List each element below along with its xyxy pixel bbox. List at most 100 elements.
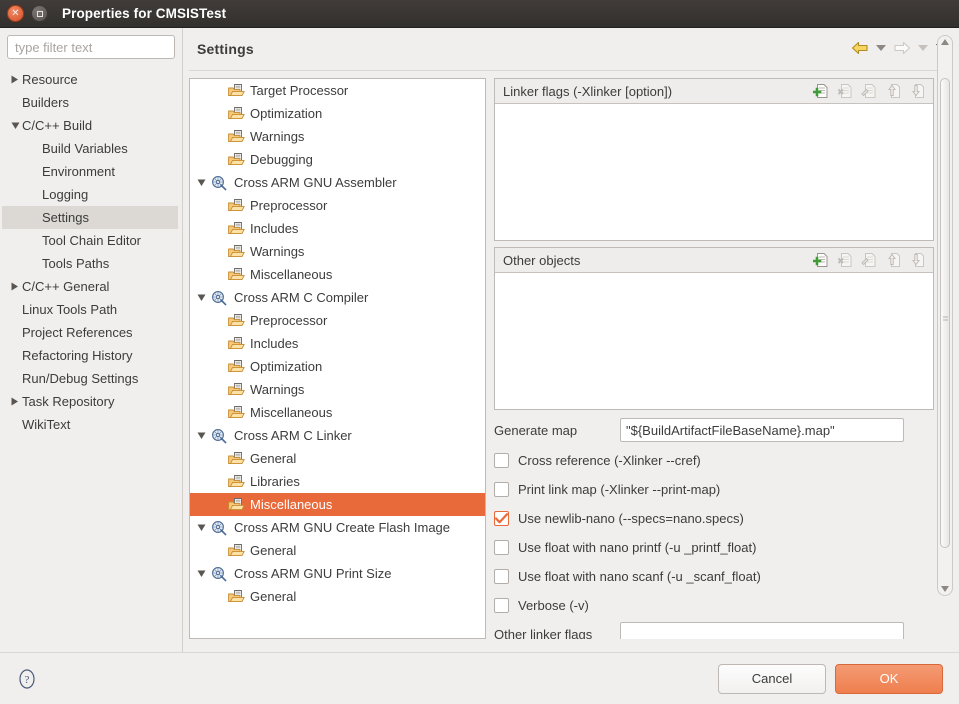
tool-tree-item-label: Includes <box>250 336 299 351</box>
cancel-button[interactable]: Cancel <box>718 663 826 694</box>
sidebar-item-label: WikiText <box>22 417 71 432</box>
filter-box[interactable] <box>7 35 209 59</box>
sidebar-item-settings[interactable]: Settings <box>2 206 178 229</box>
tool-tree-item[interactable]: Cross ARM GNU Print Size <box>190 562 485 585</box>
chevron-down-icon[interactable] <box>8 122 22 130</box>
tool-tree-item[interactable]: General <box>190 539 485 562</box>
tool-tree-item[interactable]: Optimization <box>190 102 485 125</box>
chevron-down-icon[interactable] <box>193 179 209 187</box>
chevron-down-icon[interactable] <box>193 432 209 440</box>
scroll-down-arrow-icon[interactable] <box>938 583 952 595</box>
tool-tree-item[interactable]: Includes <box>190 332 485 355</box>
tool-tree-item-label: Cross ARM GNU Create Flash Image <box>234 520 451 535</box>
tool-tree-item[interactable]: Target Processor <box>190 79 485 102</box>
option-checkbox-row[interactable]: Use float with nano printf (-u _printf_f… <box>494 533 934 562</box>
sidebar-item-logging[interactable]: Logging <box>2 183 182 206</box>
tool-tree-item-label: Miscellaneous <box>250 405 333 420</box>
sidebar-item-c-c-general[interactable]: C/C++ General <box>2 275 182 298</box>
sidebar-item-linux-tools-path[interactable]: Linux Tools Path <box>2 298 182 321</box>
tool-tree-item[interactable]: Cross ARM GNU Create Flash Image <box>190 516 485 539</box>
tool-tree-item[interactable]: Cross ARM C Linker <box>190 424 485 447</box>
tool-tree-item[interactable]: Warnings <box>190 125 485 148</box>
option-checkbox-label: Print link map (-Xlinker --print-map) <box>518 482 721 497</box>
tool-tree-item[interactable]: Debugging <box>190 148 485 171</box>
option-folder-icon <box>209 405 245 420</box>
add-icon[interactable] <box>812 83 829 100</box>
close-icon[interactable]: ✕ <box>7 5 24 22</box>
back-menu-chevron-down-icon[interactable] <box>873 37 889 59</box>
tool-tree-item[interactable]: Cross ARM GNU Assembler <box>190 171 485 194</box>
sidebar-item-build-variables[interactable]: Build Variables <box>2 137 182 160</box>
tool-tree-item[interactable]: Libraries <box>190 470 485 493</box>
sidebar-item-refactoring-history[interactable]: Refactoring History <box>2 344 182 367</box>
tool-tree-item[interactable]: Warnings <box>190 378 485 401</box>
settings-category-tree[interactable]: Resource Builders C/C++ Build Build Variabl… <box>0 68 182 436</box>
chevron-down-icon[interactable] <box>193 294 209 302</box>
sidebar-item-project-references[interactable]: Project References <box>2 321 182 344</box>
option-checkbox-row[interactable]: Verbose (-v) <box>494 591 934 620</box>
tool-tree-item-label: Miscellaneous <box>250 267 333 282</box>
sidebar-item-run-debug-settings[interactable]: Run/Debug Settings <box>2 367 182 390</box>
other-linker-flags-label: Other linker flags <box>494 626 593 640</box>
option-checkbox-row[interactable]: Cross reference (-Xlinker --cref) <box>494 446 934 475</box>
tool-tree-item[interactable]: General <box>190 585 485 608</box>
scroll-up-arrow-icon[interactable] <box>938 36 952 48</box>
add-icon[interactable] <box>812 252 829 269</box>
sidebar-item-environment[interactable]: Environment <box>2 160 182 183</box>
other-objects-list[interactable] <box>495 273 933 409</box>
tool-icon <box>209 428 229 444</box>
tool-tree-item[interactable]: Includes <box>190 217 485 240</box>
chevron-down-icon[interactable] <box>193 524 209 532</box>
generate-map-field[interactable] <box>620 418 904 442</box>
tool-tree-item[interactable]: Miscellaneous <box>190 263 485 286</box>
sidebar-item-tools-paths[interactable]: Tools Paths <box>2 252 182 275</box>
tool-tree-item[interactable]: Warnings <box>190 240 485 263</box>
chevron-right-icon[interactable] <box>8 397 22 406</box>
checkbox-unchecked-icon[interactable] <box>494 598 509 613</box>
sidebar-item-label: C/C++ General <box>22 279 110 294</box>
option-folder-icon <box>209 543 245 558</box>
sidebar-item-wikitext[interactable]: WikiText <box>2 413 182 436</box>
sidebar-item-resource[interactable]: Resource <box>2 68 182 91</box>
option-checkbox-row[interactable]: Use newlib-nano (--specs=nano.specs) <box>494 504 934 533</box>
sidebar-item-task-repository[interactable]: Task Repository <box>2 390 182 413</box>
option-folder-icon <box>209 198 245 213</box>
sidebar-item-tool-chain-editor[interactable]: Tool Chain Editor <box>2 229 182 252</box>
chevron-right-icon[interactable] <box>8 75 22 84</box>
checkbox-unchecked-icon[interactable] <box>494 453 509 468</box>
ok-button[interactable]: OK <box>835 663 943 694</box>
tool-settings-tree[interactable]: Target Processor Optimization Warnings Debu… <box>189 78 486 639</box>
tool-tree-item[interactable]: Miscellaneous <box>190 401 485 424</box>
other-linker-flags-field[interactable] <box>620 622 904 639</box>
chevron-right-icon[interactable] <box>8 282 22 291</box>
tool-tree-item[interactable]: Optimization <box>190 355 485 378</box>
checkbox-checked-icon[interactable] <box>494 511 509 526</box>
search-input[interactable] <box>13 38 193 56</box>
tool-tree-item[interactable]: Preprocessor <box>190 309 485 332</box>
generate-map-row: Generate map <box>494 418 934 442</box>
checkbox-unchecked-icon[interactable] <box>494 569 509 584</box>
dialog-body: Resource Builders C/C++ Build Build Variabl… <box>0 28 959 652</box>
tool-tree-item[interactable]: Preprocessor <box>190 194 485 217</box>
checkbox-unchecked-icon[interactable] <box>494 482 509 497</box>
chevron-down-icon[interactable] <box>193 570 209 578</box>
forward-menu-chevron-down-icon <box>915 37 931 59</box>
option-checkbox-row[interactable]: Use float with nano scanf (-u _scanf_flo… <box>494 562 934 591</box>
sidebar-item-builders[interactable]: Builders <box>2 91 182 114</box>
sidebar-item-c-c-build[interactable]: C/C++ Build <box>2 114 182 137</box>
maximize-icon[interactable] <box>31 5 48 22</box>
linker-flags-list[interactable] <box>495 104 933 240</box>
option-checkbox-row[interactable]: Print link map (-Xlinker --print-map) <box>494 475 934 504</box>
scrollbar-thumb[interactable] <box>940 78 950 548</box>
tool-tree-item[interactable]: Cross ARM C Compiler <box>190 286 485 309</box>
help-icon[interactable]: ? <box>16 668 38 690</box>
tool-tree-item-label: Miscellaneous <box>250 497 333 512</box>
tool-tree-item[interactable]: Miscellaneous <box>190 493 485 516</box>
checkbox-unchecked-icon[interactable] <box>494 540 509 555</box>
option-folder-icon <box>209 497 245 512</box>
vertical-scrollbar[interactable] <box>937 35 953 596</box>
tool-tree-item-label: Optimization <box>250 106 323 121</box>
back-arrow-icon[interactable] <box>849 37 871 59</box>
sidebar-item-label: C/C++ Build <box>22 118 93 133</box>
tool-tree-item[interactable]: General <box>190 447 485 470</box>
